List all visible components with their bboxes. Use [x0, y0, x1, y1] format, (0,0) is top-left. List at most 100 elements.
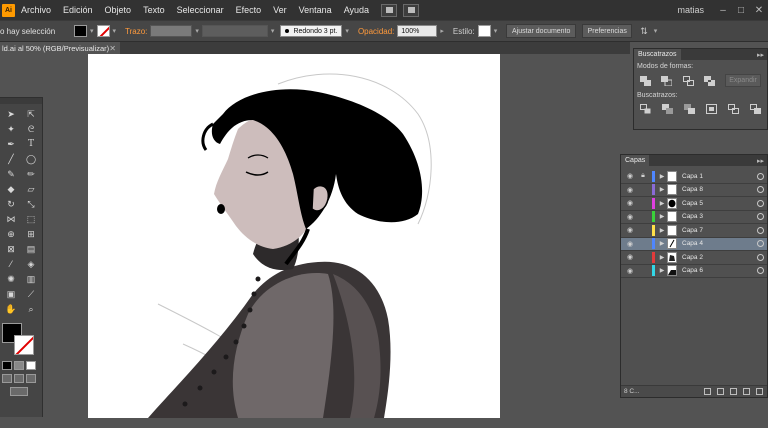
type-tool-icon[interactable]: T — [22, 138, 40, 150]
menu-archivo[interactable]: Archivo — [15, 5, 57, 15]
expand-layer-icon[interactable]: ▶ — [657, 173, 667, 180]
fill-dropdown-icon[interactable]: ▾ — [90, 27, 94, 35]
layer-row[interactable]: ◉ ▶ Capa 5 — [621, 197, 767, 211]
new-sublayer-icon[interactable] — [730, 388, 737, 395]
arrange-documents-icon[interactable] — [403, 3, 420, 17]
menu-efecto[interactable]: Efecto — [230, 5, 268, 15]
layer-row[interactable]: ◉ ▶ Capa 4 — [621, 237, 767, 251]
visibility-eye-icon[interactable]: ◉ — [624, 240, 636, 248]
trim-icon[interactable] — [662, 103, 674, 114]
stroke-dropdown-icon[interactable]: ▾ — [113, 27, 117, 35]
layer-row[interactable]: ◉ ▶ Capa 6 — [621, 265, 767, 278]
layer-name[interactable]: Capa 6 — [682, 267, 703, 274]
hand-tool-icon[interactable]: ✋ — [2, 303, 20, 315]
visibility-eye-icon[interactable]: ◉ — [624, 267, 636, 275]
expand-layer-icon[interactable]: ▶ — [657, 213, 667, 220]
pathfinder-menu-icon[interactable]: ▸▸ — [757, 51, 764, 59]
layer-row[interactable]: ◉ ▶ Capa 2 — [621, 251, 767, 265]
draw-normal-icon[interactable] — [2, 374, 12, 383]
layer-row[interactable]: ◉ ▶ Capa 3 — [621, 211, 767, 224]
gradient-tool-icon[interactable]: ▤ — [22, 243, 40, 255]
blob-brush-tool-icon[interactable]: ◆ — [2, 183, 20, 195]
layer-name[interactable]: Capa 2 — [682, 254, 703, 261]
expand-layer-icon[interactable]: ▶ — [657, 186, 667, 193]
opacity-dropdown-icon[interactable]: ▸ — [440, 27, 444, 35]
fill-swatch[interactable] — [74, 25, 87, 37]
visibility-eye-icon[interactable]: ◉ — [624, 253, 636, 261]
line-tool-icon[interactable]: ╱ — [2, 153, 20, 165]
maximize-button[interactable]: □ — [732, 5, 750, 16]
layer-target-icon[interactable] — [757, 240, 764, 248]
layer-target-icon[interactable] — [757, 213, 764, 221]
menu-edicion[interactable]: Edición — [57, 5, 99, 15]
magic-wand-tool-icon[interactable]: ✦ — [2, 123, 20, 135]
opacity-label[interactable]: Opacidad: — [358, 27, 394, 36]
layer-target-icon[interactable] — [757, 267, 764, 275]
paintbrush-tool-icon[interactable]: ✎ — [2, 168, 20, 180]
minimize-button[interactable]: – — [714, 5, 732, 16]
draw-behind-icon[interactable] — [14, 374, 24, 383]
menu-texto[interactable]: Texto — [137, 5, 171, 15]
graph-tool-icon[interactable]: ▥ — [22, 273, 40, 285]
visibility-eye-icon[interactable]: ◉ — [624, 213, 636, 221]
minus-back-icon[interactable] — [749, 103, 761, 114]
layer-row[interactable]: ◉ 🔒︎ ▶ Capa 1 — [621, 170, 767, 184]
screen-mode-icon[interactable] — [10, 387, 28, 396]
draw-inside-icon[interactable] — [26, 374, 36, 383]
pen-tool-icon[interactable]: ✒ — [2, 138, 20, 150]
stroke-swatch[interactable] — [96, 25, 110, 37]
layer-row[interactable]: ◉ ▶ Capa 7 — [621, 224, 767, 238]
variable-width-field[interactable] — [201, 25, 268, 37]
layer-name[interactable]: Capa 5 — [682, 200, 703, 207]
selection-tool-icon[interactable]: ➤ — [2, 108, 20, 120]
stroke-weight-dropdown-icon[interactable]: ▾ — [195, 27, 199, 35]
workspace-user[interactable]: matias — [677, 5, 704, 15]
expand-layer-icon[interactable]: ▶ — [657, 254, 667, 261]
free-transform-tool-icon[interactable]: ⬚ — [22, 213, 40, 225]
close-window-button[interactable]: ✕ — [750, 5, 768, 16]
outline-icon[interactable] — [727, 103, 739, 114]
locate-object-icon[interactable] — [704, 388, 711, 395]
ellipse-tool-icon[interactable]: ◯ — [22, 153, 40, 165]
merge-icon[interactable] — [684, 103, 696, 114]
new-layer-icon[interactable] — [743, 388, 750, 395]
menu-ayuda[interactable]: Ayuda — [338, 5, 375, 15]
lasso-tool-icon[interactable]: ᘓ — [22, 123, 40, 135]
layer-name[interactable]: Capa 3 — [682, 213, 703, 220]
visibility-eye-icon[interactable]: ◉ — [624, 186, 636, 194]
expand-layer-icon[interactable]: ▶ — [657, 200, 667, 207]
width-tool-icon[interactable]: ⋈ — [2, 213, 20, 225]
direct-selection-tool-icon[interactable]: ⇱ — [22, 108, 40, 120]
mesh-tool-icon[interactable]: ⊠ — [2, 243, 20, 255]
layer-target-icon[interactable] — [757, 253, 764, 261]
menu-seleccionar[interactable]: Seleccionar — [171, 5, 230, 15]
opacity-field[interactable]: 100% — [397, 25, 438, 37]
stroke-label[interactable]: Trazo: — [125, 27, 147, 36]
layers-menu-icon[interactable]: ▸▸ — [757, 157, 764, 165]
color-mode-icon[interactable] — [2, 361, 12, 370]
unite-icon[interactable] — [640, 75, 652, 86]
pencil-tool-icon[interactable]: ✏ — [22, 168, 40, 180]
layers-tab[interactable]: Capas — [621, 155, 650, 166]
expand-layer-icon[interactable]: ▶ — [657, 240, 667, 247]
menu-ventana[interactable]: Ventana — [293, 5, 338, 15]
arrange-dropdown-icon[interactable]: ▾ — [654, 27, 658, 35]
eraser-tool-icon[interactable]: ▱ — [22, 183, 40, 195]
clipping-mask-icon[interactable] — [717, 388, 724, 395]
stroke-weight-field[interactable] — [150, 25, 193, 37]
brush-dropdown-icon[interactable]: ▾ — [345, 27, 349, 35]
artboard[interactable] — [88, 54, 500, 418]
expand-layer-icon[interactable]: ▶ — [657, 267, 667, 274]
arrange-icon[interactable]: ⇅ — [640, 26, 648, 37]
layer-name[interactable]: Capa 8 — [682, 186, 703, 193]
rotate-tool-icon[interactable]: ↻ — [2, 198, 20, 210]
shape-builder-tool-icon[interactable]: ⊕ — [2, 228, 20, 240]
preferences-button[interactable]: Preferencias — [582, 24, 633, 38]
visibility-eye-icon[interactable]: ◉ — [624, 226, 636, 234]
brush-definition-field[interactable]: Redondo 3 pt. — [280, 25, 343, 37]
layer-name[interactable]: Capa 4 — [682, 240, 703, 247]
symbol-sprayer-tool-icon[interactable]: ✺ — [2, 273, 20, 285]
graphic-style-swatch[interactable] — [477, 25, 491, 37]
scale-tool-icon[interactable]: ⤡ — [22, 198, 40, 210]
visibility-eye-icon[interactable]: ◉ — [624, 199, 636, 207]
